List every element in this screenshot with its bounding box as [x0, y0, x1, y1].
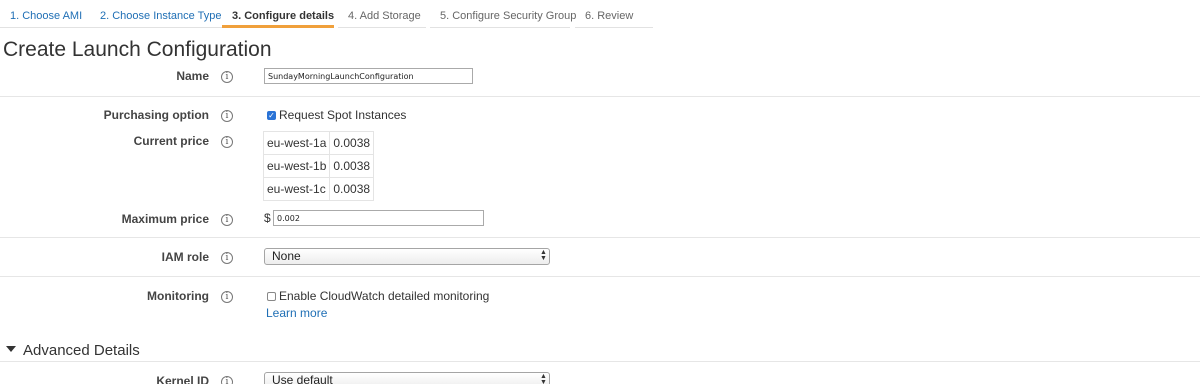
cloudwatch-monitoring-checkbox[interactable]: [267, 292, 276, 301]
info-icon[interactable]: i: [221, 71, 233, 83]
info-icon[interactable]: i: [221, 252, 233, 264]
request-spot-label[interactable]: Request Spot Instances: [279, 108, 406, 122]
purchasing-option-label: Purchasing option: [103, 108, 209, 122]
zone-cell: eu-west-1c: [262, 177, 331, 201]
iam-role-select[interactable]: None ▲ ▼: [264, 248, 550, 265]
price-cell: 0.0038: [329, 177, 375, 201]
divider: [0, 361, 1200, 362]
step-review[interactable]: 6. Review: [575, 0, 653, 28]
info-icon[interactable]: i: [221, 136, 233, 148]
request-spot-checkbox[interactable]: ✓: [267, 111, 276, 120]
cloudwatch-monitoring-label[interactable]: Enable CloudWatch detailed monitoring: [279, 289, 489, 303]
info-icon[interactable]: i: [221, 214, 233, 226]
current-price-label: Current price: [133, 134, 209, 148]
kernel-id-select[interactable]: Use default ▲ ▼: [264, 372, 550, 384]
info-icon[interactable]: i: [221, 376, 233, 384]
caret-down-icon: [6, 346, 16, 352]
price-cell: 0.0038: [329, 131, 375, 155]
checkmark-icon: ✓: [268, 111, 275, 120]
currency-symbol: $: [264, 211, 271, 225]
info-icon[interactable]: i: [221, 291, 233, 303]
divider: [0, 96, 1200, 97]
learn-more-link[interactable]: Learn more: [266, 306, 327, 320]
table-row: eu-west-1b 0.0038: [262, 154, 375, 178]
divider: [0, 276, 1200, 277]
maximum-price-input[interactable]: [273, 210, 484, 226]
iam-role-selected-value: None: [272, 249, 301, 263]
info-icon[interactable]: i: [221, 110, 233, 122]
maximum-price-label: Maximum price: [121, 212, 209, 226]
zone-cell: eu-west-1a: [262, 131, 331, 155]
kernel-id-selected-value: Use default: [272, 373, 333, 384]
iam-role-label: IAM role: [161, 250, 209, 264]
step-configure-security-group[interactable]: 5. Configure Security Group: [430, 0, 576, 28]
monitoring-label: Monitoring: [147, 289, 209, 303]
up-down-arrows-icon: ▲ ▼: [540, 373, 547, 384]
name-input[interactable]: [264, 68, 473, 84]
kernel-id-label: Kernel ID: [156, 374, 209, 384]
step-choose-ami[interactable]: 1. Choose AMI: [0, 0, 90, 28]
step-configure-details[interactable]: 3. Configure details: [222, 0, 334, 28]
advanced-details-title: Advanced Details: [23, 342, 140, 359]
wizard-steps: 1. Choose AMI 2. Choose Instance Type 3.…: [0, 0, 1200, 30]
price-cell: 0.0038: [329, 154, 375, 178]
step-choose-instance-type[interactable]: 2. Choose Instance Type: [90, 0, 222, 28]
step-add-storage[interactable]: 4. Add Storage: [338, 0, 426, 28]
table-row: eu-west-1c 0.0038: [262, 177, 375, 201]
name-label: Name: [176, 69, 209, 83]
up-down-arrows-icon: ▲ ▼: [540, 249, 547, 262]
advanced-details-toggle[interactable]: Advanced Details: [6, 342, 140, 359]
divider: [0, 237, 1200, 238]
page-title: Create Launch Configuration: [3, 38, 272, 61]
table-row: eu-west-1a 0.0038: [262, 131, 375, 155]
current-price-table: eu-west-1a 0.0038 eu-west-1b 0.0038 eu-w…: [262, 131, 375, 201]
zone-cell: eu-west-1b: [262, 154, 331, 178]
